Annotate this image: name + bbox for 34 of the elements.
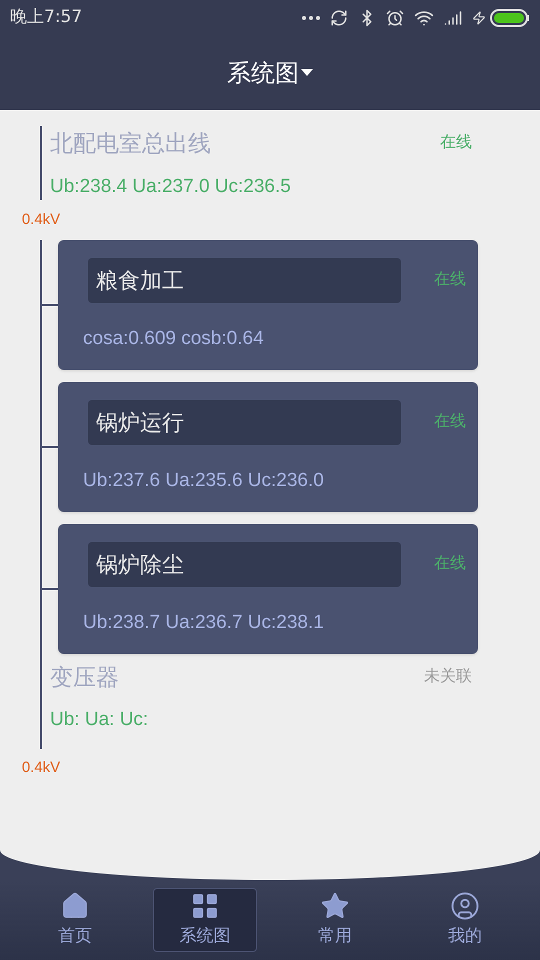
nav-tab[interactable]: 我的	[413, 888, 517, 952]
feeder-name: 变压器	[50, 662, 119, 692]
alarm-icon	[386, 9, 404, 27]
status-label: 在线	[434, 412, 466, 432]
voltage-readings: Ub: Ua: Uc:	[50, 708, 150, 732]
nav-tab[interactable]: 系统图	[153, 888, 257, 952]
caret-icon	[301, 69, 313, 77]
load-card[interactable]: 锅炉运行 在线 Ub:237.6 Ua:235.6 Uc:236.0	[58, 382, 478, 512]
more-icon	[302, 16, 320, 20]
battery-icon	[490, 9, 530, 27]
voltage-label: 0.4kV	[22, 210, 60, 230]
load-name: 锅炉运行	[96, 408, 184, 436]
feeder-name: 北配电室总出线	[50, 129, 211, 158]
status-label: 未关联	[424, 666, 472, 687]
title-dropdown[interactable]: 系统图	[227, 55, 313, 91]
load-card[interactable]: 锅炉除尘 在线 Ub:238.7 Ua:236.7 Uc:238.1	[58, 524, 478, 654]
load-readings: Ub:238.7 Ua:236.7 Uc:238.1	[83, 610, 325, 634]
status-time: 晚上7:57	[10, 6, 82, 30]
status-label: 在线	[434, 554, 466, 574]
load-name: 锅炉除尘	[96, 550, 184, 578]
status-label: 在线	[434, 270, 466, 290]
voltage-readings: Ub:238.4 Ua:237.0 Uc:236.5	[50, 174, 292, 198]
sync-icon	[330, 9, 348, 27]
nav-tab[interactable]: 常用	[283, 888, 387, 952]
status-label: 在线	[440, 132, 472, 154]
load-readings: cosa:0.609 cosb:0.64	[83, 326, 265, 350]
user-icon	[450, 891, 480, 922]
load-readings: Ub:237.6 Ua:235.6 Uc:236.0	[83, 468, 325, 492]
load-card[interactable]: 粮食加工 在线 cosa:0.609 cosb:0.64	[58, 240, 478, 370]
load-name: 粮食加工	[96, 266, 184, 294]
charging-icon	[472, 11, 486, 25]
nav-tab[interactable]: 首页	[23, 888, 127, 952]
signal-icon	[444, 9, 462, 27]
voltage-label: 0.4kV	[22, 758, 60, 778]
